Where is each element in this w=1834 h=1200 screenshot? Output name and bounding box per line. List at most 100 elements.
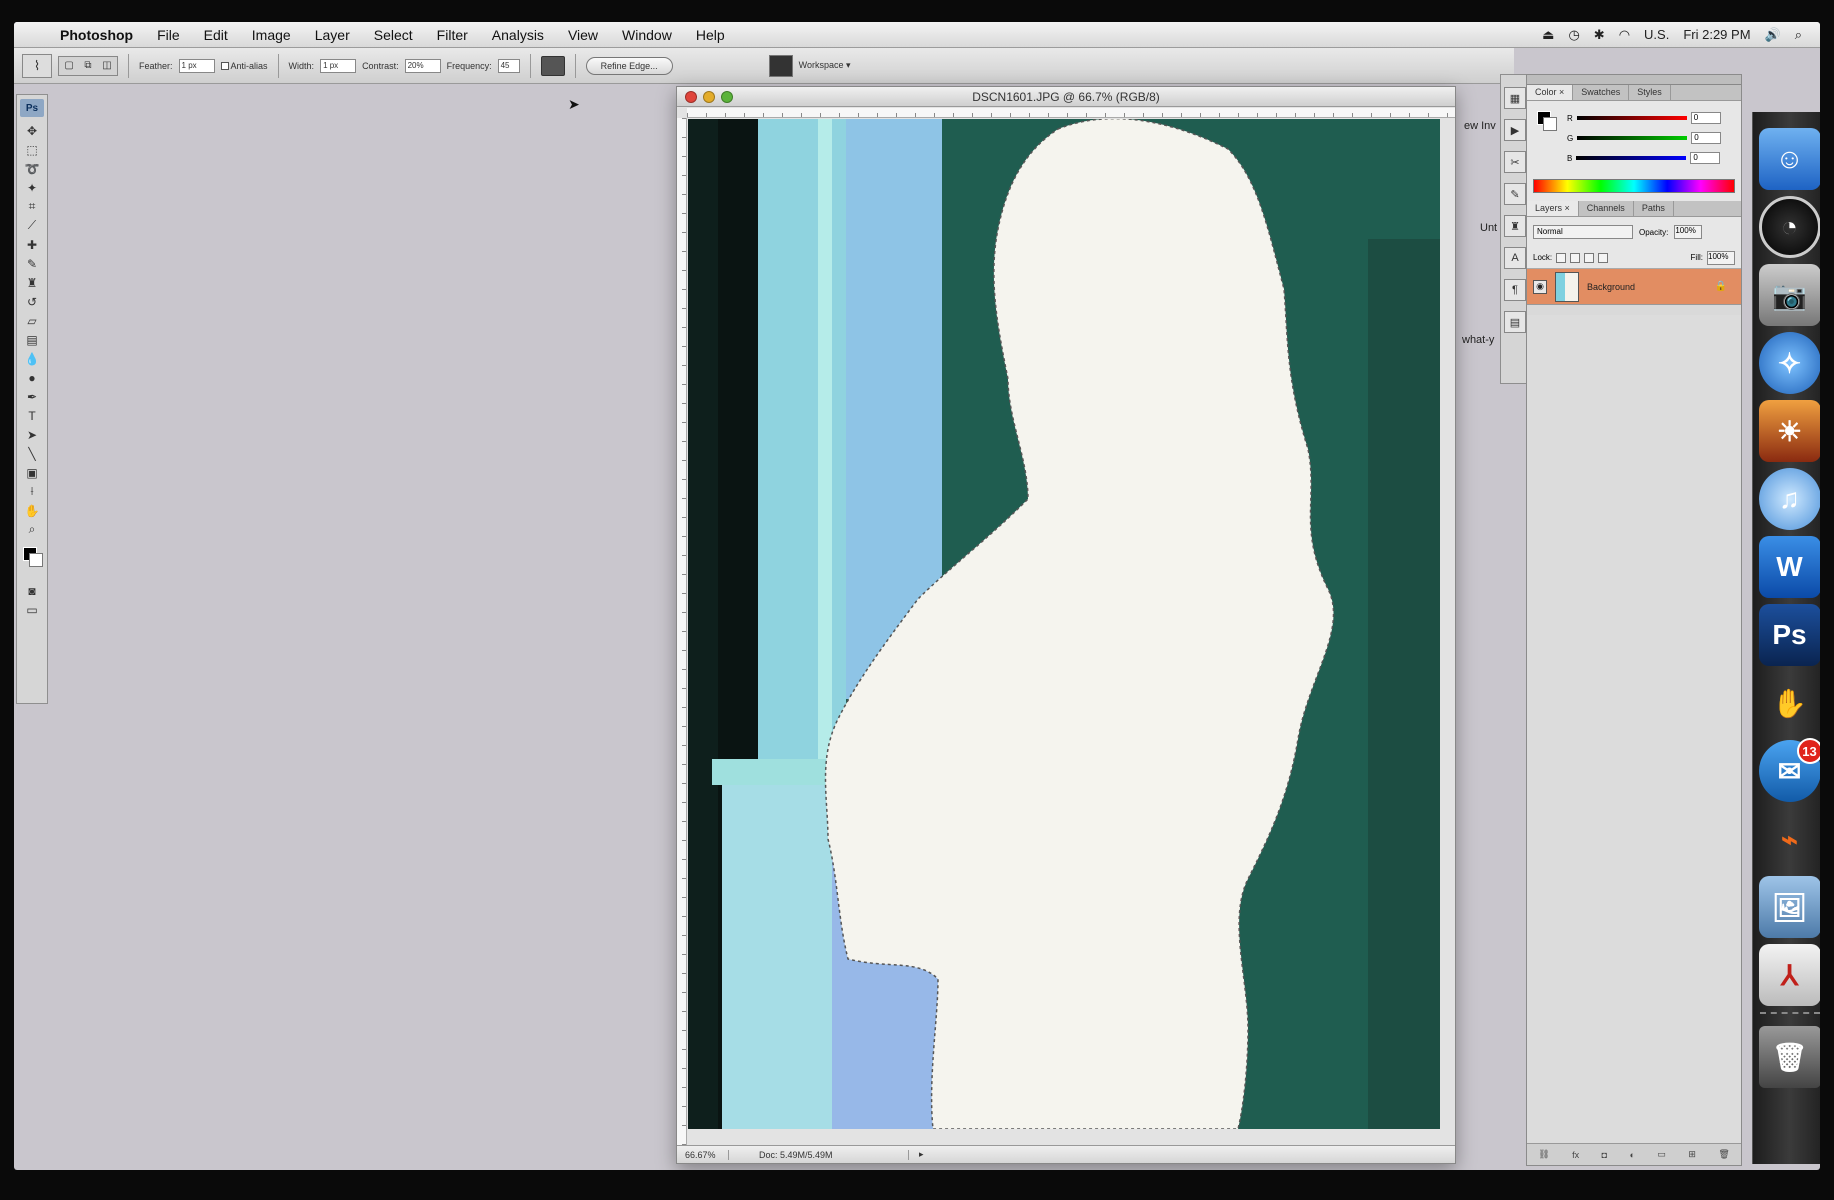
- dashboard-icon[interactable]: ◔: [1758, 196, 1820, 258]
- line-tool-icon[interactable]: ╲: [20, 444, 44, 463]
- safari-icon[interactable]: ✧: [1758, 332, 1820, 394]
- menu-view[interactable]: View: [556, 27, 610, 43]
- opacity-input[interactable]: 100%: [1674, 225, 1703, 239]
- menu-filter[interactable]: Filter: [425, 27, 480, 43]
- green-value[interactable]: 0: [1691, 132, 1722, 144]
- preview-icon[interactable]: 🖼: [1758, 876, 1820, 938]
- red-track[interactable]: [1576, 116, 1687, 120]
- tab-layers[interactable]: Layers ×: [1527, 201, 1579, 216]
- menu-select[interactable]: Select: [362, 27, 425, 43]
- layer-style-icon[interactable]: fx: [1572, 1150, 1579, 1160]
- adjustment-layer-icon[interactable]: ◐: [1629, 1150, 1634, 1160]
- healing-brush-icon[interactable]: ✚: [20, 235, 44, 254]
- menu-image[interactable]: Image: [240, 27, 303, 43]
- tab-paths[interactable]: Paths: [1634, 201, 1674, 216]
- move-tool-icon[interactable]: ✥: [20, 121, 44, 140]
- blue-track[interactable]: [1576, 156, 1687, 160]
- blue-slider[interactable]: B 0: [1567, 151, 1737, 165]
- eraser-tool-icon[interactable]: ▱: [20, 311, 44, 330]
- finder-icon[interactable]: ☺: [1758, 128, 1820, 190]
- red-value[interactable]: 0: [1690, 112, 1721, 124]
- clone-source-icon[interactable]: ♜: [1504, 215, 1526, 237]
- screen-mode-icon[interactable]: ▭: [20, 600, 44, 619]
- lock-position-icon[interactable]: [1584, 252, 1595, 263]
- itunes-icon[interactable]: ♫: [1758, 468, 1820, 530]
- clone-stamp-icon[interactable]: ♜: [20, 273, 44, 292]
- navigator-icon[interactable]: ▦: [1504, 87, 1526, 109]
- lock-transparency-icon[interactable]: [1556, 252, 1567, 263]
- subtract-selection-icon[interactable]: ◫: [102, 60, 111, 71]
- selection-mode-buttons[interactable]: ▢ ⧉ ◫: [58, 55, 118, 76]
- wifi-icon[interactable]: ◠: [1619, 27, 1630, 43]
- panel-header-strip[interactable]: [1527, 75, 1741, 85]
- horizontal-ruler[interactable]: [687, 108, 1455, 118]
- paragraph-icon[interactable]: ¶: [1504, 279, 1526, 301]
- status-menu-arrow-icon[interactable]: ▸: [919, 1149, 924, 1160]
- image-capture-icon[interactable]: 📷: [1758, 264, 1820, 326]
- layer-comps-icon[interactable]: ▤: [1504, 311, 1526, 333]
- tablet-pressure-icon[interactable]: [540, 55, 565, 76]
- background-color-swatch[interactable]: [1543, 117, 1557, 131]
- trash-icon[interactable]: 🗑: [1718, 1149, 1729, 1160]
- image-canvas[interactable]: [688, 119, 1440, 1129]
- character-icon[interactable]: A: [1504, 247, 1526, 269]
- antialias-checkbox[interactable]: Anti-alias: [220, 61, 268, 71]
- magic-wand-tool-icon[interactable]: ✦: [20, 178, 44, 197]
- hand-app-icon[interactable]: ✋: [1759, 672, 1821, 734]
- acrobat-icon[interactable]: ⌁: [1759, 808, 1821, 870]
- frequency-input[interactable]: 45: [497, 58, 520, 73]
- add-selection-icon[interactable]: ⧉: [84, 60, 91, 71]
- zoom-tool-icon[interactable]: ⌕: [20, 520, 44, 539]
- eyedropper-tool-icon[interactable]: ⟊: [20, 482, 44, 501]
- red-slider[interactable]: R 0: [1567, 111, 1737, 125]
- slice-tool-icon[interactable]: ⟋: [20, 216, 44, 235]
- time-machine-icon[interactable]: ◷: [1568, 27, 1579, 43]
- bluetooth-icon[interactable]: ✱: [1594, 27, 1605, 43]
- crop-tool-icon[interactable]: ⌗: [20, 197, 44, 216]
- width-input[interactable]: 1 px: [320, 58, 357, 73]
- ps-logo[interactable]: Ps: [20, 99, 44, 117]
- lock-pixels-icon[interactable]: [1570, 252, 1581, 263]
- tab-color[interactable]: Color ×: [1527, 85, 1574, 100]
- green-slider[interactable]: G 0: [1567, 131, 1737, 145]
- lasso-tool-icon[interactable]: ➰: [20, 159, 44, 178]
- photoshop-icon[interactable]: Ps: [1758, 604, 1820, 666]
- pen-tool-icon[interactable]: ✒: [20, 387, 44, 406]
- lock-all-icon[interactable]: [1598, 252, 1609, 263]
- link-layers-icon[interactable]: ⛓: [1538, 1149, 1549, 1160]
- pdf-icon[interactable]: ⅄: [1758, 944, 1820, 1006]
- refine-edge-button[interactable]: Refine Edge...: [585, 56, 673, 75]
- path-selection-icon[interactable]: ➤: [20, 425, 44, 444]
- workspace-menu[interactable]: Workspace ▾: [799, 60, 851, 71]
- mail-icon[interactable]: ✉ 13: [1758, 738, 1820, 802]
- document-window[interactable]: DSCN1601.JPG @ 66.7% (RGB/8) 66.67% Doc:…: [676, 86, 1456, 1164]
- notes-tool-icon[interactable]: ▣: [20, 463, 44, 482]
- tab-styles[interactable]: Styles: [1629, 85, 1671, 100]
- gradient-tool-icon[interactable]: ▤: [20, 330, 44, 349]
- menu-file[interactable]: File: [145, 27, 192, 43]
- eye-icon[interactable]: ◉: [1533, 279, 1547, 294]
- quick-mask-icon[interactable]: ◙: [20, 581, 44, 600]
- tab-swatches[interactable]: Swatches: [1573, 85, 1630, 100]
- zoom-level[interactable]: 66.67%: [685, 1149, 729, 1160]
- color-swatches[interactable]: [21, 545, 43, 567]
- palette-well-icon[interactable]: [768, 54, 793, 77]
- hand-tool-icon[interactable]: ✋: [20, 501, 44, 520]
- brush-tool-icon[interactable]: ✎: [20, 254, 44, 273]
- eject-icon[interactable]: ⏏: [1542, 27, 1554, 43]
- feather-input[interactable]: 1 px: [178, 58, 215, 73]
- spotlight-icon[interactable]: ⌕: [1795, 27, 1802, 43]
- tab-channels[interactable]: Channels: [1579, 201, 1634, 216]
- layer-mask-icon[interactable]: ◘: [1602, 1150, 1607, 1160]
- tool-preset-picker[interactable]: ⌇: [22, 53, 52, 78]
- iphoto-icon[interactable]: ☀: [1758, 400, 1820, 462]
- document-title-bar[interactable]: DSCN1601.JPG @ 66.7% (RGB/8): [677, 87, 1455, 107]
- color-spectrum-ramp[interactable]: [1533, 179, 1735, 193]
- menu-help[interactable]: Help: [684, 27, 737, 43]
- background-color[interactable]: [29, 553, 43, 567]
- green-track[interactable]: [1577, 136, 1688, 140]
- volume-icon[interactable]: 🔊: [1765, 27, 1781, 43]
- input-source[interactable]: U.S.: [1644, 27, 1669, 42]
- menu-analysis[interactable]: Analysis: [480, 27, 556, 43]
- new-selection-icon[interactable]: ▢: [64, 60, 73, 71]
